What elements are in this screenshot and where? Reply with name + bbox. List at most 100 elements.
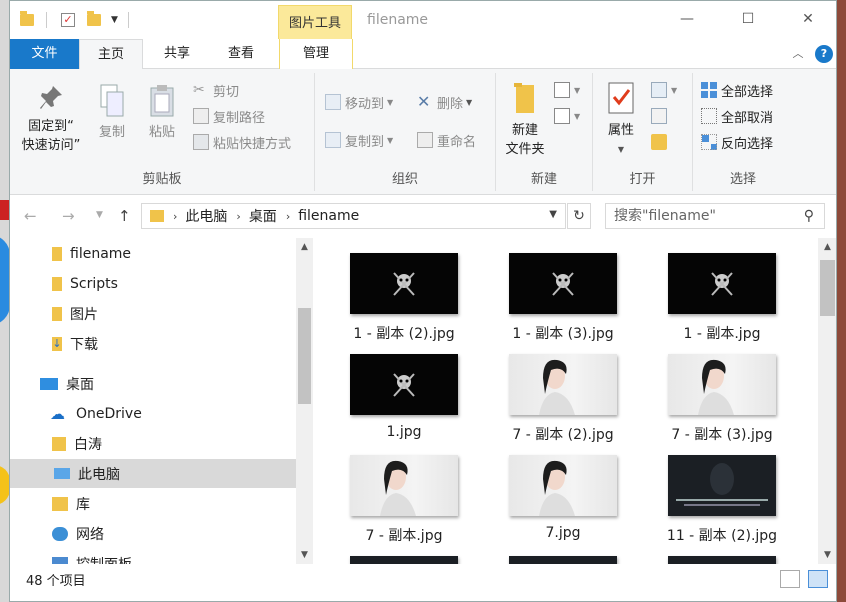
scroll-up-icon[interactable]: ▲: [296, 242, 313, 252]
pin-icon: [40, 86, 62, 109]
select-none-icon: [701, 108, 717, 124]
tab-manage[interactable]: 管理: [279, 39, 353, 69]
new-item-button[interactable]: ▼: [554, 79, 580, 101]
move-to-button[interactable]: 移动到 ▼: [325, 91, 393, 113]
file-item[interactable]: 1 - 副本 (2).jpg: [324, 253, 484, 343]
help-button[interactable]: ?: [815, 45, 833, 63]
logo-icon: [711, 272, 733, 296]
delete-button[interactable]: ✕ 删除 ▼: [417, 91, 472, 113]
copy-to-button[interactable]: 复制到 ▼: [325, 129, 393, 151]
maximize-button[interactable]: ☐: [728, 5, 768, 35]
copy-button[interactable]: 复制: [90, 83, 134, 142]
tab-view[interactable]: 查看: [214, 39, 268, 69]
collapse-ribbon-icon[interactable]: ︿: [788, 39, 808, 69]
properties-button[interactable]: 属性 ▼: [601, 81, 641, 159]
sidebar-item-this-pc[interactable]: 此电脑: [10, 459, 296, 488]
search-input[interactable]: 搜索"filename" ⚲: [605, 203, 825, 229]
sidebar-item-label: OneDrive: [76, 405, 142, 422]
close-button[interactable]: ✕: [788, 5, 828, 35]
invert-selection-label: 反向选择: [721, 136, 774, 152]
forward-arrow-icon[interactable]: →: [62, 207, 75, 225]
image-thumbnail: [509, 253, 617, 314]
tab-home[interactable]: 主页: [79, 39, 143, 70]
copy-label: 复制: [98, 125, 125, 140]
file-item[interactable]: [324, 556, 484, 564]
tab-file[interactable]: 文件: [10, 39, 79, 69]
file-item[interactable]: 1 - 副本.jpg: [642, 253, 802, 343]
sidebar-item-control-panel[interactable]: 控制面板: [10, 549, 296, 564]
sidebar-scroll-thumb[interactable]: [298, 308, 311, 404]
sidebar-scrollbar[interactable]: ▲ ▼: [296, 238, 313, 564]
sidebar-item-user[interactable]: 白涛: [10, 429, 296, 458]
item-count: 48 个项目: [26, 574, 86, 589]
history-button[interactable]: [651, 131, 671, 153]
breadcrumb-separator-icon[interactable]: ›: [286, 210, 290, 223]
properties-quick-icon[interactable]: ✓: [61, 13, 75, 27]
copy-path-button[interactable]: 复制路径: [193, 105, 265, 127]
refresh-button[interactable]: ↻: [567, 203, 591, 229]
properties-dropdown-icon[interactable]: ▼: [601, 140, 641, 159]
scroll-down-icon[interactable]: ▼: [296, 550, 313, 560]
breadcrumb-separator-icon[interactable]: ›: [236, 210, 240, 223]
file-view-scrollbar[interactable]: ▲ ▼: [818, 238, 836, 564]
sidebar-item-desktop[interactable]: 桌面: [10, 369, 296, 398]
file-item[interactable]: [642, 556, 802, 564]
image-thumbnail: [668, 455, 776, 516]
cut-label: 剪切: [213, 84, 240, 100]
breadcrumb-filename[interactable]: filename: [298, 208, 359, 224]
open-group: 属性 ▼ ▼ 打开: [593, 73, 693, 191]
easy-access-button[interactable]: ▼: [554, 105, 580, 127]
file-item[interactable]: 7 - 副本.jpg: [324, 455, 484, 545]
file-item[interactable]: 7 - 副本 (3).jpg: [642, 354, 802, 444]
sidebar-item-downloads[interactable]: ↓ 下载: [10, 329, 296, 358]
file-item[interactable]: [483, 556, 643, 564]
file-name: 1 - 副本 (2).jpg: [353, 326, 455, 342]
sidebar-item-filename[interactable]: filename: [10, 239, 296, 268]
customize-toolbar-dropdown-icon[interactable]: ▼: [111, 15, 118, 25]
paste-button[interactable]: 粘贴: [140, 83, 184, 142]
minimize-button[interactable]: —: [667, 5, 707, 35]
breadcrumb-desktop[interactable]: 桌面: [249, 206, 277, 226]
breadcrumb-separator-icon[interactable]: ›: [173, 210, 177, 223]
large-icons-view-icon[interactable]: [808, 570, 828, 588]
up-arrow-icon[interactable]: ↑: [118, 207, 131, 225]
file-item[interactable]: 7 - 副本 (2).jpg: [483, 354, 643, 444]
open-button[interactable]: ▼: [651, 79, 677, 101]
select-all-button[interactable]: 全部选择: [701, 79, 773, 101]
recent-locations-chevron-icon[interactable]: ▼: [96, 210, 103, 220]
pin-quick-access-button[interactable]: 固定到“ 快速访问”: [16, 83, 86, 155]
file-name: 7 - 副本.jpg: [365, 528, 443, 544]
file-view-scroll-thumb[interactable]: [820, 260, 835, 316]
rename-button[interactable]: 重命名: [417, 129, 476, 151]
file-item[interactable]: 1.jpg: [324, 354, 484, 440]
select-none-button[interactable]: 全部取消: [701, 105, 773, 127]
invert-selection-button[interactable]: 反向选择: [701, 131, 773, 153]
new-folder-button[interactable]: 新建 文件夹: [500, 79, 550, 159]
sidebar-item-network[interactable]: 网络: [10, 519, 296, 548]
scroll-up-icon[interactable]: ▲: [818, 242, 836, 252]
file-item[interactable]: 11 - 副本 (2).jpg: [642, 455, 802, 545]
sidebar-item-onedrive[interactable]: ☁ OneDrive: [10, 399, 296, 428]
history-icon: [651, 134, 667, 150]
file-view: 1 - 副本 (2).jpg 1 - 副本 (3).jpg 1 - 副本.jpg…: [313, 238, 816, 564]
paste-shortcut-button[interactable]: 粘贴快捷方式: [193, 131, 291, 153]
address-bar[interactable]: › 此电脑 › 桌面 › filename ▼: [141, 203, 566, 229]
scroll-down-icon[interactable]: ▼: [818, 550, 836, 560]
back-arrow-icon[interactable]: ←: [24, 207, 37, 225]
sidebar-item-scripts[interactable]: Scripts: [10, 269, 296, 298]
cut-button[interactable]: ✂ 剪切: [193, 79, 239, 101]
details-view-icon[interactable]: [780, 570, 800, 588]
sidebar-item-label: 控制面板: [76, 554, 132, 565]
tab-share[interactable]: 共享: [150, 39, 204, 69]
sidebar-item-libraries[interactable]: 库: [10, 489, 296, 518]
new-folder-quick-icon[interactable]: [87, 11, 101, 26]
breadcrumb-this-pc[interactable]: 此电脑: [185, 206, 227, 226]
file-item[interactable]: 7.jpg: [483, 455, 643, 541]
edit-button[interactable]: [651, 105, 671, 127]
image-thumbnail: [350, 354, 458, 415]
file-item[interactable]: 1 - 副本 (3).jpg: [483, 253, 643, 343]
movie-still-icon: [668, 455, 776, 516]
copy-icon: [100, 84, 124, 117]
sidebar-item-pictures[interactable]: 图片: [10, 299, 296, 328]
address-dropdown-icon[interactable]: ▼: [549, 209, 557, 220]
